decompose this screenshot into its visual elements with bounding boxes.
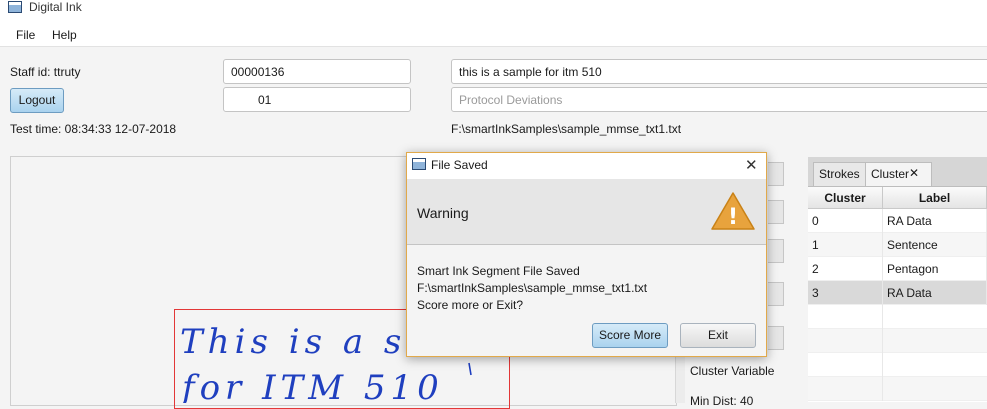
tab-close-icon[interactable]: ✕	[909, 166, 919, 180]
side-button-4[interactable]	[768, 282, 784, 306]
staff-number-field[interactable]: 00000136	[223, 59, 411, 84]
empty-row	[808, 377, 987, 401]
table-row[interactable]: 1 Sentence	[808, 233, 987, 257]
cell-cluster: 2	[808, 257, 883, 281]
cell-label: RA Data	[883, 281, 987, 305]
dialog-message-line-2: F:\smartInkSamples\sample_mmse_txt1.txt	[417, 281, 648, 295]
side-button-1[interactable]	[768, 162, 784, 186]
menu-help[interactable]: Help	[52, 28, 77, 42]
test-time-label: Test time: 08:34:33 12-07-2018	[10, 122, 177, 136]
min-dist-label: Min Dist: 40	[690, 394, 754, 408]
empty-row	[808, 329, 987, 353]
app-icon	[8, 1, 22, 13]
empty-row	[808, 353, 987, 377]
menu-bar	[0, 22, 987, 47]
table-row[interactable]: 2 Pentagon	[808, 257, 987, 281]
exit-button[interactable]: Exit	[680, 323, 756, 348]
ink-line-2: for ITM 510	[179, 368, 444, 403]
score-more-button[interactable]: Score More	[592, 323, 668, 348]
svg-text:!: !	[728, 205, 738, 230]
side-button-5[interactable]	[768, 326, 784, 350]
dialog-message-line-1: Smart Ink Segment File Saved	[417, 264, 580, 278]
dialog-heading: Warning	[417, 205, 469, 221]
cell-label: Sentence	[883, 233, 987, 257]
cell-cluster: 0	[808, 209, 883, 233]
dialog-message-line-3: Score more or Exit?	[417, 298, 524, 312]
table-row-selected[interactable]: 3 RA Data	[808, 281, 987, 305]
session-field[interactable]: 01	[223, 87, 411, 112]
column-header-cluster[interactable]: Cluster	[808, 187, 883, 209]
empty-row	[808, 305, 987, 329]
warning-icon: !	[711, 192, 755, 230]
tab-strokes[interactable]: Strokes	[813, 162, 866, 186]
tab-cluster[interactable]: Cluster	[865, 162, 933, 186]
cell-cluster: 1	[808, 233, 883, 257]
cell-label: Pentagon	[883, 257, 987, 281]
staff-id-label: Staff id: ttruty	[10, 65, 81, 79]
ink-stroke-mark	[468, 362, 472, 376]
note-field[interactable]: this is a sample for itm 510	[451, 59, 987, 84]
cell-cluster: 3	[808, 281, 883, 305]
column-header-label[interactable]: Label	[883, 187, 987, 209]
tab-cluster-label: Cluster	[871, 167, 910, 181]
table-row[interactable]: 0 RA Data	[808, 209, 987, 233]
side-button-3[interactable]	[768, 239, 784, 263]
ink-line-1: This is a s	[180, 322, 406, 362]
dialog-app-icon	[412, 158, 426, 170]
cluster-variable-label: Cluster Variable	[690, 364, 775, 378]
window-title: Digital Ink	[29, 0, 82, 14]
logout-button[interactable]: Logout	[10, 88, 64, 113]
file-path-label: F:\smartInkSamples\sample_mmse_txt1.txt	[451, 122, 682, 136]
dialog-title: File Saved	[431, 158, 488, 172]
dialog-close-icon[interactable]: ✕	[745, 156, 758, 174]
title-bar	[0, 0, 987, 22]
protocol-deviations-field[interactable]: Protocol Deviations	[451, 87, 987, 112]
side-button-2[interactable]	[768, 200, 784, 224]
menu-file[interactable]: File	[16, 28, 35, 42]
cell-label: RA Data	[883, 209, 987, 233]
